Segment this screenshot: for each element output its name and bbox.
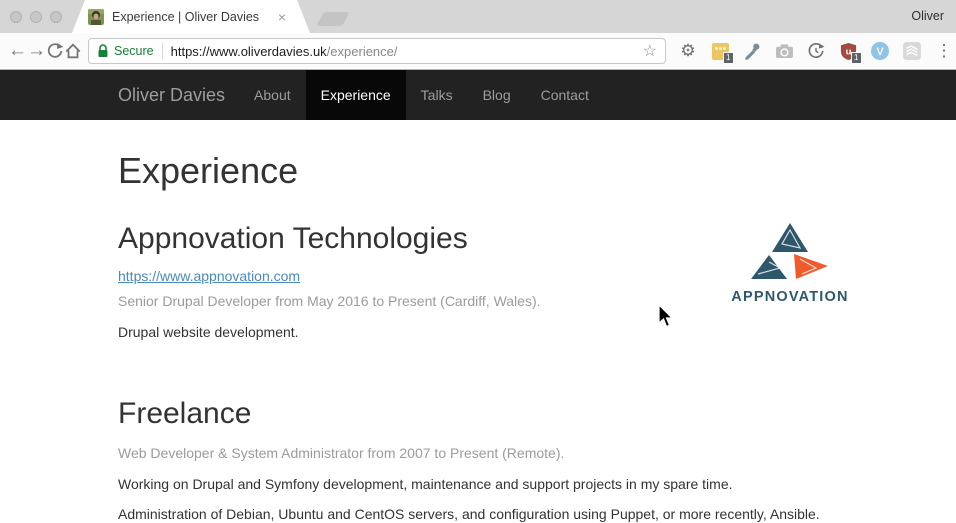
site-navbar: Oliver Davies About Experience Talks Blo… — [0, 70, 956, 120]
section-paragraph: Drupal website development. — [118, 322, 838, 342]
url-text[interactable]: https://www.oliverdavies.uk/experience/ — [171, 44, 637, 59]
settings-gear-icon[interactable]: ⚙ — [676, 39, 700, 63]
bookmark-star-icon[interactable]: ☆ — [643, 41, 657, 61]
window-minimize-button[interactable] — [30, 11, 42, 23]
extensions-area: ⚙ 1 — [676, 39, 956, 63]
tab-title: Experience | Oliver Davies — [112, 10, 270, 24]
page-title: Experience — [118, 150, 838, 192]
tab-favicon-icon — [88, 9, 104, 25]
ublock-extension-badge: 1 — [851, 52, 862, 64]
session-refresh-extension-icon[interactable] — [804, 39, 828, 63]
svg-text:V: V — [876, 46, 884, 58]
url-host: https://www.oliverdavies.uk — [171, 44, 327, 59]
new-tab-button[interactable] — [316, 12, 349, 26]
nav-item-experience[interactable]: Experience — [306, 70, 406, 120]
forward-button[interactable]: → — [27, 37, 46, 65]
notes-extension-badge: 1 — [723, 52, 734, 64]
brand-link[interactable]: Oliver Davies — [118, 70, 225, 120]
address-bar[interactable]: Secure https://www.oliverdavies.uk/exper… — [88, 38, 666, 64]
appnovation-logo: APPNOVATION — [730, 222, 850, 305]
secure-lock-icon — [97, 44, 109, 58]
tab-close-icon[interactable]: × — [278, 10, 286, 24]
layers-extension-icon[interactable] — [900, 39, 924, 63]
home-button[interactable] — [64, 37, 82, 65]
browser-toolbar: ← → Secure https://www.oliverdavies.uk/e… — [0, 33, 956, 70]
eyedropper-extension-icon[interactable] — [740, 39, 764, 63]
window-controls — [10, 11, 62, 23]
nav-item-about[interactable]: About — [239, 70, 306, 120]
ublock-extension-icon[interactable]: u 1 — [836, 39, 860, 63]
reload-button[interactable] — [46, 37, 64, 65]
tab-strip: Experience | Oliver Davies × Oliver — [0, 0, 956, 33]
omnibox-divider — [162, 43, 163, 59]
nav-item-contact[interactable]: Contact — [526, 70, 604, 120]
camera-extension-icon[interactable] — [772, 39, 796, 63]
secure-label[interactable]: Secure — [114, 44, 154, 58]
section-paragraph: Working on Drupal and Symfony developmen… — [118, 474, 838, 494]
vimium-extension-icon[interactable]: V — [868, 39, 892, 63]
nav-item-talks[interactable]: Talks — [406, 70, 468, 120]
page-content: Experience Appnovation Technologies http… — [0, 120, 956, 523]
appnovation-logo-icon — [742, 222, 838, 280]
window-close-button[interactable] — [10, 11, 22, 23]
back-button[interactable]: ← — [8, 37, 27, 65]
section-heading: Freelance — [118, 397, 838, 431]
browser-menu-icon[interactable]: ⋮ — [932, 39, 956, 63]
nav-item-blog[interactable]: Blog — [468, 70, 526, 120]
appnovation-wordmark: APPNOVATION — [730, 289, 850, 305]
browser-tab[interactable]: Experience | Oliver Davies × — [72, 0, 310, 33]
experience-section-freelance: Freelance Web Developer & System Adminis… — [118, 397, 838, 523]
appnovation-link[interactable]: https://www.appnovation.com — [118, 268, 300, 284]
url-path: /experience/ — [327, 44, 398, 59]
profile-name[interactable]: Oliver — [911, 9, 944, 23]
role-summary: Web Developer & System Administrator fro… — [118, 443, 838, 463]
notes-extension-icon[interactable]: 1 — [708, 39, 732, 63]
window-zoom-button[interactable] — [50, 11, 62, 23]
section-paragraph: Administration of Debian, Ubuntu and Cen… — [118, 504, 838, 523]
